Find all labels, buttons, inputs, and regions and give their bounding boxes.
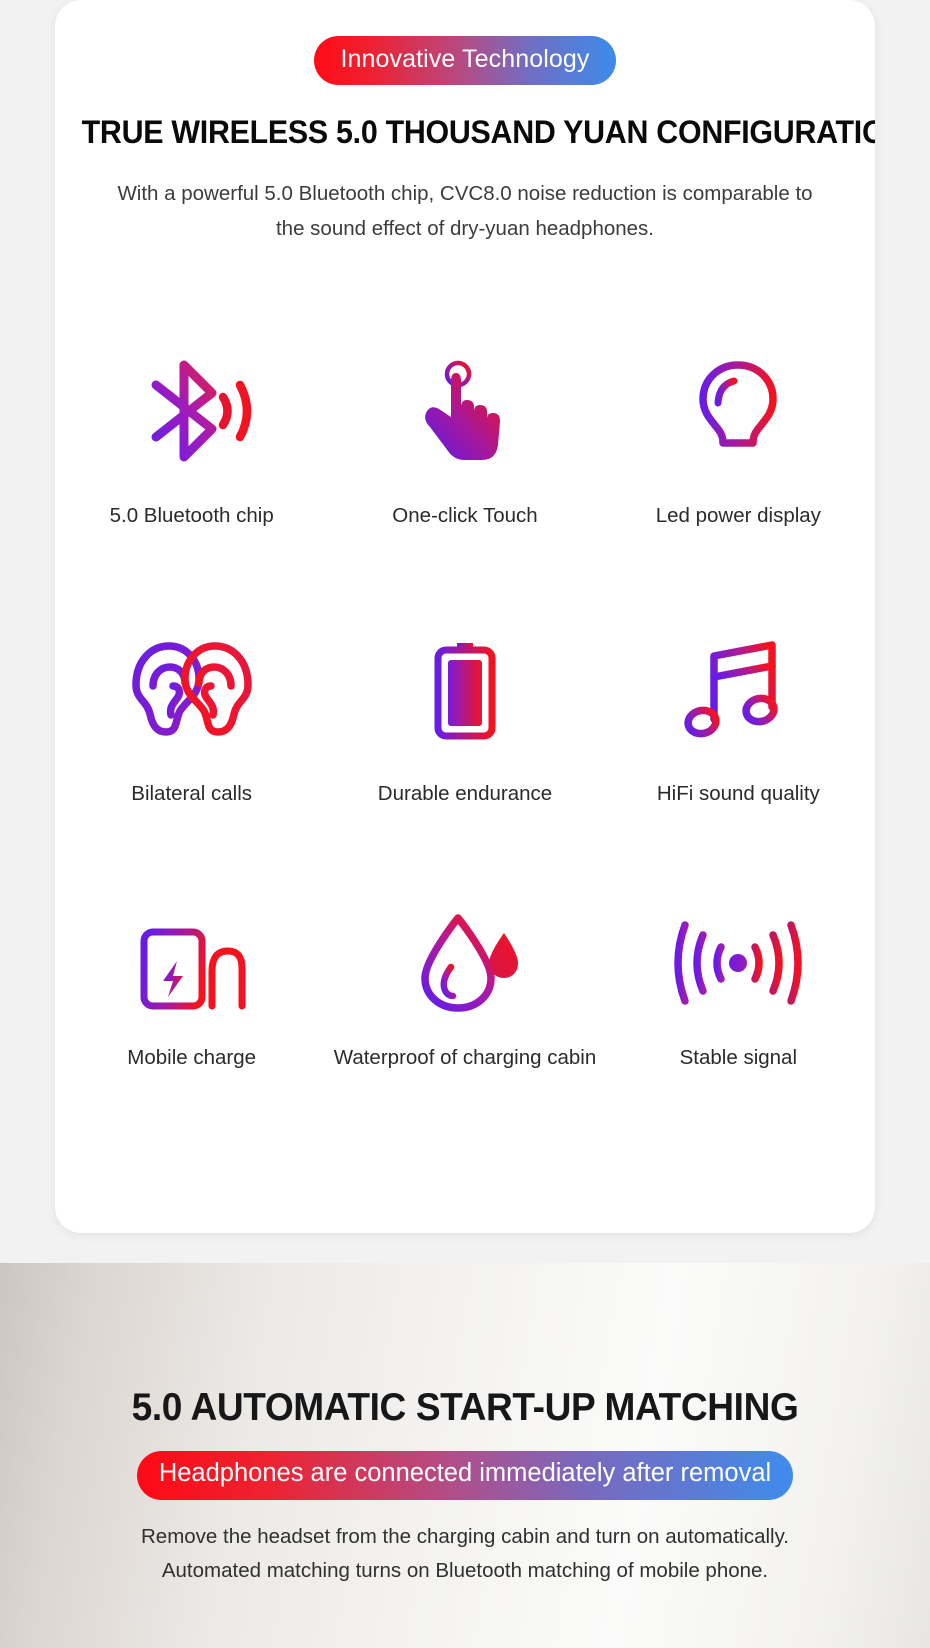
touch-hand-icon	[410, 352, 520, 470]
innovative-technology-badge: Innovative Technology	[314, 36, 616, 85]
features-card: Innovative Technology TRUE WIRELESS 5.0 …	[55, 0, 875, 1233]
feature-row-3: Mobile charge Waterproof of charging cab…	[55, 908, 875, 1186]
signal-waves-icon	[674, 908, 802, 1018]
feature-cell-touch: One-click Touch	[328, 352, 601, 630]
auto-matching-headline: 5.0 AUTOMATIC START-UP MATCHING	[131, 1386, 799, 1429]
feature-label: One-click Touch	[392, 504, 538, 527]
auto-matching-body-line2: Automated matching turns on Bluetooth ma…	[161, 1558, 769, 1582]
feature-row-1: 5.0 Bluetooth chip One-click Touch Led p…	[55, 352, 875, 630]
feature-label: HiFi sound quality	[656, 782, 820, 805]
music-note-icon	[684, 630, 790, 748]
feature-cell-signal: Stable signal	[602, 908, 875, 1186]
auto-matching-pill-row: Headphones are connected immediately aft…	[0, 1451, 930, 1500]
features-subtitle: With a powerful 5.0 Bluetooth chip, CVC8…	[117, 182, 813, 240]
feature-cell-endurance: Durable endurance	[328, 630, 601, 908]
feature-cell-mobile-charge: Mobile charge	[55, 908, 328, 1186]
features-headline: TRUE WIRELESS 5.0 THOUSAND YUAN CONFIGUR…	[81, 114, 875, 150]
feature-label: Stable signal	[679, 1046, 798, 1069]
bluetooth-icon	[132, 352, 252, 470]
feature-label: Mobile charge	[127, 1046, 257, 1069]
feature-label: Bilateral calls	[131, 782, 253, 805]
feature-cell-bluetooth: 5.0 Bluetooth chip	[55, 352, 328, 630]
two-ears-icon	[128, 630, 256, 748]
feature-label: Waterproof of charging cabin	[333, 1046, 597, 1069]
lightbulb-icon	[689, 352, 787, 470]
feature-label: Led power display	[655, 504, 821, 527]
auto-matching-section: 5.0 AUTOMATIC START-UP MATCHING Headphon…	[0, 1263, 930, 1648]
water-drop-icon	[413, 908, 518, 1018]
feature-cell-hifi: HiFi sound quality	[602, 630, 875, 908]
auto-matching-body-line1: Remove the headset from the charging cab…	[140, 1524, 790, 1548]
feature-cell-led: Led power display	[602, 352, 875, 630]
feature-label: 5.0 Bluetooth chip	[109, 504, 274, 527]
product-infographic-page: Innovative Technology TRUE WIRELESS 5.0 …	[0, 0, 930, 1648]
auto-matching-badge: Headphones are connected immediately aft…	[136, 1451, 794, 1500]
feature-row-2: Bilateral calls Durable endurance HiFi s…	[55, 630, 875, 908]
feature-icon-grid: 5.0 Bluetooth chip One-click Touch Led p…	[55, 352, 875, 1186]
features-section: Innovative Technology TRUE WIRELESS 5.0 …	[0, 0, 930, 1263]
power-bank-icon	[136, 908, 248, 1018]
badge-row: Innovative Technology	[55, 0, 875, 85]
battery-icon	[430, 630, 500, 748]
feature-label: Durable endurance	[377, 782, 553, 805]
feature-cell-bilateral: Bilateral calls	[55, 630, 328, 908]
feature-cell-waterproof: Waterproof of charging cabin	[328, 908, 601, 1186]
